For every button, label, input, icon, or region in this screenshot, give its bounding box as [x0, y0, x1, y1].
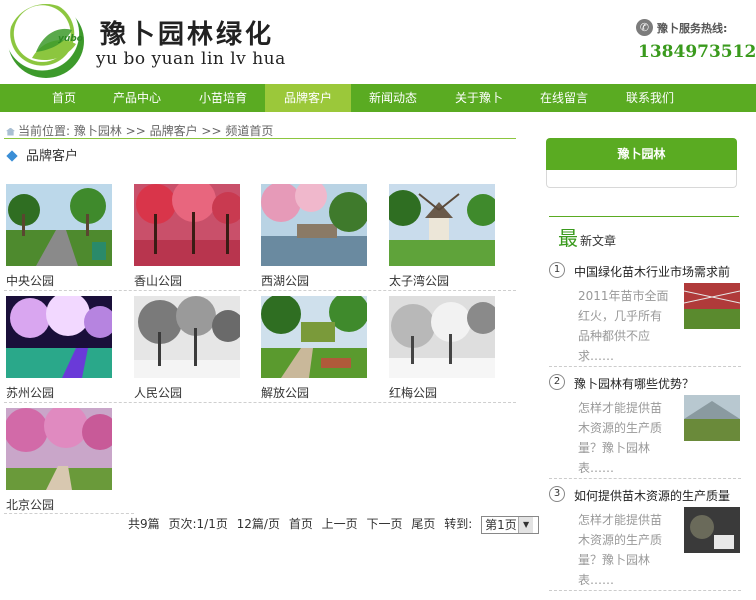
page-select[interactable]: 第1页 ▼: [481, 515, 540, 534]
park-card[interactable]: 人民公园: [134, 296, 244, 401]
logo[interactable]: yubo: [8, 4, 84, 78]
article-title[interactable]: 中国绿化苗木行业市场需求前: [574, 263, 730, 280]
park-thumbnail[interactable]: [389, 296, 499, 378]
park-name[interactable]: 人民公园: [134, 384, 240, 401]
park-name[interactable]: 香山公园: [134, 272, 240, 289]
brand-name-en: yu bo yuan lin lv hua: [96, 49, 286, 69]
park-name[interactable]: 苏州公园: [6, 384, 112, 401]
park-card[interactable]: 解放公园: [261, 292, 369, 401]
article-divider: [549, 478, 741, 479]
nav-item-news[interactable]: 新闻动态: [360, 84, 426, 112]
phone-icon: ✆: [636, 19, 653, 36]
brand-name-cn: 豫卜园林绿化: [100, 20, 275, 50]
row-divider: [4, 290, 516, 291]
pagination-goto-label: 转到:: [444, 517, 473, 531]
sidebar-box-title: 豫卜园林: [546, 138, 737, 170]
site-header: yubo 豫卜园林绿化 yu bo yuan lin lv hua ✆ 豫卜服务…: [0, 0, 756, 84]
pagination-next[interactable]: 下一页: [367, 517, 403, 531]
article-divider: [549, 366, 741, 367]
article-thumbnail[interactable]: [684, 395, 740, 441]
logo-text: yubo: [58, 34, 83, 44]
breadcrumb: 当前位置: 豫卜园林 >> 品牌客户 >> 频道首页: [6, 122, 273, 139]
pagination-pages: 页次:1/1页: [168, 517, 228, 531]
nav-item-message[interactable]: 在线留言: [531, 84, 597, 112]
park-name[interactable]: 北京公园: [6, 496, 112, 513]
park-name[interactable]: 太子湾公园: [389, 272, 495, 289]
article-number: 3: [549, 486, 565, 502]
article-title[interactable]: 如何提供苗木资源的生产质量: [574, 487, 730, 504]
row-divider: [4, 402, 516, 403]
latest-title-rest: 新文章: [580, 234, 617, 248]
park-card[interactable]: 香山公园: [134, 178, 244, 289]
article-thumbnail[interactable]: [684, 283, 740, 329]
pagination-last[interactable]: 尾页: [411, 517, 435, 531]
pagination-total: 共9篇: [128, 517, 160, 531]
pagination-first[interactable]: 首页: [289, 517, 313, 531]
article-title[interactable]: 豫卜园林有哪些优势？: [574, 375, 694, 392]
park-name[interactable]: 红梅公园: [389, 384, 495, 401]
park-name[interactable]: 西湖公园: [261, 272, 367, 289]
park-thumbnail[interactable]: [134, 178, 244, 266]
page-select-value: 第1页: [485, 517, 517, 532]
park-card[interactable]: 苏州公园: [6, 292, 116, 401]
latest-title-big: 最: [558, 226, 578, 250]
breadcrumb-text[interactable]: 当前位置: 豫卜园林 >> 品牌客户 >> 频道首页: [18, 124, 273, 138]
divider: [4, 138, 516, 139]
park-thumbnail[interactable]: [385, 184, 499, 266]
park-thumbnail[interactable]: [134, 296, 244, 378]
pagination-prev[interactable]: 上一页: [322, 517, 358, 531]
pagination: 共9篇 页次:1/1页 12篇/页 首页 上一页 下一页 尾页 转到: 第1页 …: [128, 515, 544, 534]
article-number: 2: [549, 374, 565, 390]
nav-item-products[interactable]: 产品中心: [104, 84, 170, 112]
section-title: 品牌客户: [6, 145, 78, 164]
nav-item-about[interactable]: 关于豫卜: [446, 84, 512, 112]
article-divider: [549, 590, 741, 591]
article-number: 1: [549, 262, 565, 278]
section-title-text: 品牌客户: [26, 149, 79, 164]
article-summary: 怎样才能提供苗木资源的生产质量？豫卜园林表……: [578, 513, 663, 587]
park-thumbnail[interactable]: [4, 404, 118, 490]
nav-item-contact[interactable]: 联系我们: [617, 84, 683, 112]
divider: [549, 216, 739, 217]
park-card[interactable]: 太子湾公园: [385, 184, 499, 289]
park-card[interactable]: 西湖公园: [261, 180, 369, 289]
nav-item-seedlings[interactable]: 小苗培育: [188, 84, 258, 112]
nav-item-home[interactable]: 首页: [36, 84, 92, 112]
park-name[interactable]: 中央公园: [6, 272, 112, 289]
park-card[interactable]: 红梅公园: [389, 296, 499, 401]
park-thumbnail[interactable]: [6, 184, 112, 266]
row-divider: [4, 513, 134, 514]
leaf-icon: [32, 28, 76, 61]
pagination-per-page: 12篇/页: [236, 517, 280, 531]
main-nav: 首页 产品中心 小苗培育 品牌客户 新闻动态 关于豫卜 在线留言 联系我们: [0, 84, 756, 112]
home-icon: [6, 127, 15, 136]
park-name[interactable]: 解放公园: [261, 384, 367, 401]
park-thumbnail[interactable]: [261, 292, 369, 378]
hotline-number: 13849735122: [638, 42, 756, 62]
park-card[interactable]: 中央公园: [6, 184, 112, 289]
article-summary: 怎样才能提供苗木资源的生产质量？豫卜园林表……: [578, 401, 663, 475]
park-thumbnail[interactable]: [261, 180, 369, 266]
sidebar-box-body: [546, 170, 737, 188]
hotline-label: 豫卜服务热线:: [657, 22, 728, 35]
chevron-down-icon[interactable]: ▼: [518, 516, 534, 533]
park-card[interactable]: 北京公园: [4, 404, 118, 513]
diamond-icon: [6, 150, 18, 162]
article-thumbnail[interactable]: [684, 507, 740, 553]
article-summary: 2011年苗市全面红火，几乎所有品种都供不应求……: [578, 289, 669, 363]
nav-item-brand-clients[interactable]: 品牌客户: [265, 84, 351, 112]
park-thumbnail[interactable]: [6, 292, 116, 378]
latest-articles-title: 最新文章: [558, 222, 616, 251]
